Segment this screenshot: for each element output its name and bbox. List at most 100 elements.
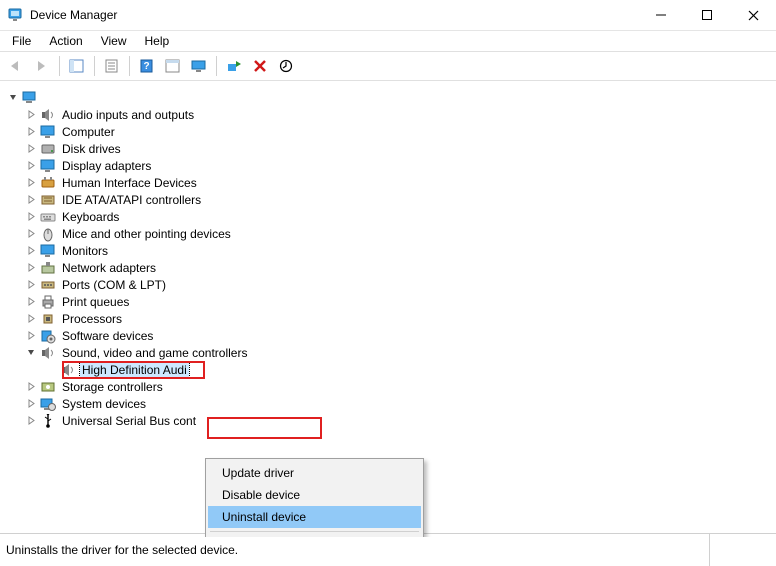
show-hide-tree-button[interactable] [65, 54, 89, 78]
chevron-right-icon[interactable] [24, 227, 38, 241]
menu-action[interactable]: Action [41, 32, 90, 50]
hid-icon [40, 175, 56, 191]
tree-category-label: System devices [60, 397, 148, 411]
remove-button[interactable] [248, 54, 272, 78]
update-driver-button[interactable] [274, 54, 298, 78]
titlebar: Device Manager [0, 0, 776, 31]
tree-category[interactable]: Human Interface Devices [4, 174, 772, 191]
monitor-icon [40, 243, 56, 259]
statusbar: Uninstalls the driver for the selected d… [0, 533, 776, 566]
svg-text:?: ? [143, 61, 149, 72]
tree-category[interactable]: Software devices [4, 327, 772, 344]
tree-category-label: Audio inputs and outputs [60, 108, 196, 122]
menu-view[interactable]: View [93, 32, 135, 50]
chevron-right-icon[interactable] [24, 108, 38, 122]
tree-category[interactable]: Ports (COM & LPT) [4, 276, 772, 293]
ctx-sep [210, 531, 419, 532]
context-menu: Update driver Disable device Uninstall d… [205, 458, 424, 537]
tree-category[interactable]: Sound, video and game controllers [4, 344, 772, 361]
tree-category-label: Print queues [60, 295, 131, 309]
chevron-right-icon[interactable] [24, 295, 38, 309]
tree-category-label: Universal Serial Bus cont [60, 414, 198, 428]
cpu-icon [40, 311, 56, 327]
tree-category-label: Processors [60, 312, 124, 326]
tree-category[interactable]: Audio inputs and outputs [4, 106, 772, 123]
speaker-icon [60, 362, 76, 378]
chevron-right-icon[interactable] [24, 329, 38, 343]
chevron-right-icon[interactable] [24, 142, 38, 156]
scan-hardware-button[interactable] [222, 54, 246, 78]
chevron-down-icon[interactable] [6, 91, 20, 105]
toolbar-sep [129, 56, 130, 76]
tree-category-label: IDE ATA/ATAPI controllers [60, 193, 203, 207]
tree-category-label: Storage controllers [60, 380, 165, 394]
statusbar-cell [709, 534, 770, 566]
storage-icon [40, 379, 56, 395]
tree-category[interactable]: Display adapters [4, 157, 772, 174]
tree-category-label: Display adapters [60, 159, 153, 173]
statusbar-text: Uninstalls the driver for the selected d… [6, 534, 709, 566]
tree-category[interactable]: System devices [4, 395, 772, 412]
close-button[interactable] [730, 0, 776, 30]
chevron-right-icon[interactable] [24, 312, 38, 326]
menubar: File Action View Help [0, 31, 776, 51]
chevron-right-icon[interactable] [24, 125, 38, 139]
chevron-right-icon[interactable] [24, 397, 38, 411]
minimize-button[interactable] [638, 0, 684, 30]
software-icon [40, 328, 56, 344]
display-devices-button[interactable] [187, 54, 211, 78]
tree-category[interactable]: Monitors [4, 242, 772, 259]
tree-category[interactable]: Network adapters [4, 259, 772, 276]
tree-category[interactable]: Universal Serial Bus cont [4, 412, 772, 429]
port-icon [40, 277, 56, 293]
forward-button[interactable] [30, 54, 54, 78]
printer-icon [40, 294, 56, 310]
chevron-right-icon[interactable] [24, 414, 38, 428]
back-button[interactable] [4, 54, 28, 78]
speaker-icon [40, 107, 56, 123]
speaker-icon [40, 345, 56, 361]
chevron-right-icon[interactable] [24, 159, 38, 173]
chevron-right-icon[interactable] [24, 278, 38, 292]
ctx-uninstall-device[interactable]: Uninstall device [208, 506, 421, 528]
computer-icon [22, 90, 38, 106]
spacer [44, 363, 58, 377]
ctx-update-driver[interactable]: Update driver [208, 462, 421, 484]
tree-category[interactable]: Storage controllers [4, 378, 772, 395]
window-title: Device Manager [30, 8, 638, 22]
tree-category-label: Disk drives [60, 142, 123, 156]
keyboard-icon [40, 209, 56, 225]
chevron-right-icon[interactable] [24, 380, 38, 394]
ctx-scan-hardware[interactable]: Scan for hardware changes [208, 535, 421, 537]
tree-category[interactable]: Computer [4, 123, 772, 140]
chevron-right-icon[interactable] [24, 176, 38, 190]
network-icon [40, 260, 56, 276]
chevron-right-icon[interactable] [24, 210, 38, 224]
device-tree[interactable]: Audio inputs and outputs Computer Disk dri… [0, 81, 776, 537]
tree-category[interactable]: IDE ATA/ATAPI controllers [4, 191, 772, 208]
tree-category-label: Computer [60, 125, 117, 139]
ctx-disable-device[interactable]: Disable device [208, 484, 421, 506]
action-center-button[interactable] [161, 54, 185, 78]
tree-category[interactable]: Disk drives [4, 140, 772, 157]
chevron-right-icon[interactable] [24, 244, 38, 258]
tree-category-label: Software devices [60, 329, 155, 343]
menu-file[interactable]: File [4, 32, 39, 50]
chevron-right-icon[interactable] [24, 193, 38, 207]
tree-device[interactable]: High Definition Audi [4, 361, 772, 378]
tree-category[interactable]: Keyboards [4, 208, 772, 225]
properties-button[interactable] [100, 54, 124, 78]
menu-help[interactable]: Help [137, 32, 178, 50]
help-button[interactable]: ? [135, 54, 159, 78]
tree-category-label: Ports (COM & LPT) [60, 278, 168, 292]
app-icon [8, 7, 24, 23]
tree-category[interactable]: Mice and other pointing devices [4, 225, 772, 242]
toolbar: ? [0, 51, 776, 81]
chevron-right-icon[interactable] [24, 261, 38, 275]
maximize-button[interactable] [684, 0, 730, 30]
chevron-down-icon[interactable] [24, 346, 38, 360]
tree-root[interactable] [4, 89, 772, 106]
tree-category[interactable]: Processors [4, 310, 772, 327]
tree-category[interactable]: Print queues [4, 293, 772, 310]
tree-category-label: Mice and other pointing devices [60, 227, 233, 241]
